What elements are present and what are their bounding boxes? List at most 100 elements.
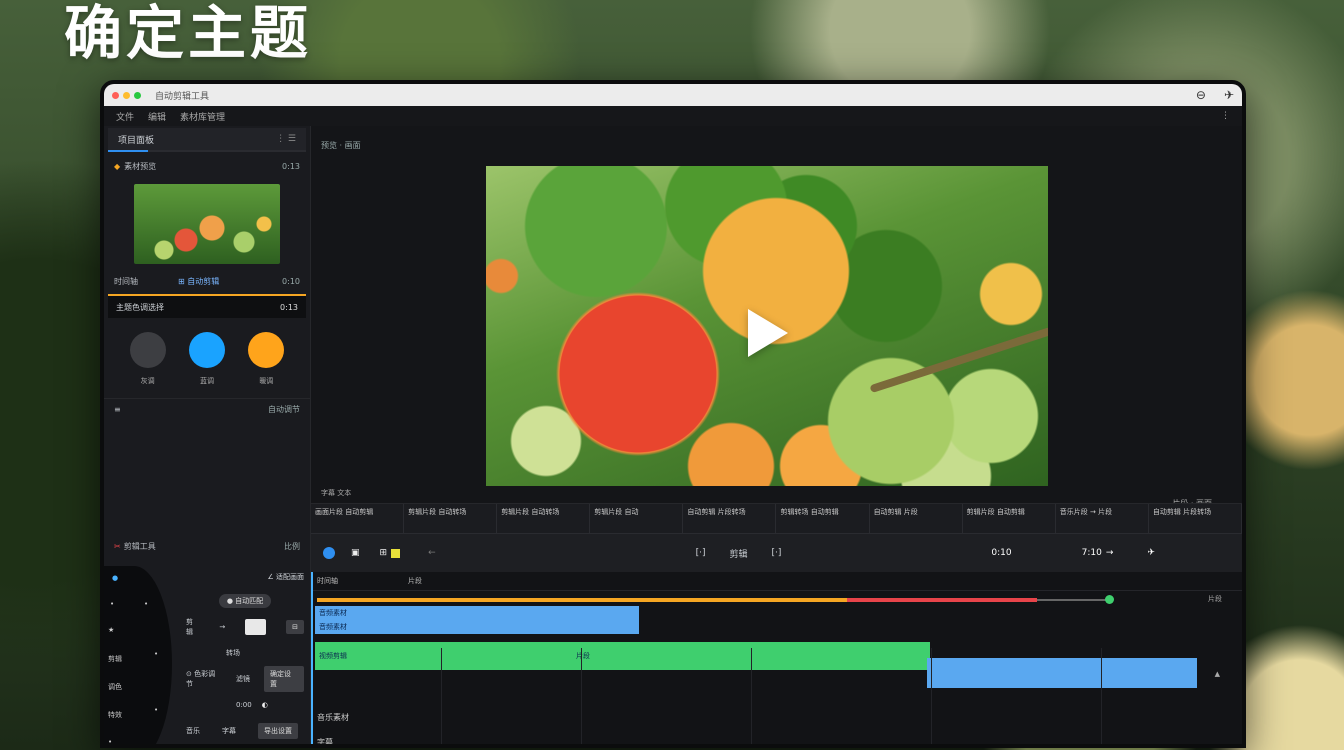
auto-edit-link[interactable]: ⊞ 自动剪辑 [178, 276, 219, 287]
clip-thumb[interactable]: 剪辑片段 自动转场 [497, 504, 591, 534]
clip-thumb[interactable]: 自动剪辑 片段转场 [683, 504, 777, 534]
close-dot[interactable] [112, 91, 119, 99]
swatch-orange-label: 暖调 [259, 377, 274, 385]
auto-adjust-link[interactable]: 自动调节 [268, 404, 300, 415]
preview-footer-left: 字幕 文本 [321, 489, 352, 497]
marker-icon[interactable] [391, 548, 401, 558]
dial-item-2[interactable]: 剪辑 [108, 654, 122, 664]
theme-selector-row[interactable]: 主题色调选择 0:13 [108, 294, 306, 318]
clip-thumb[interactable]: 自动剪辑 片段 [870, 504, 963, 534]
toggle-icon[interactable]: ◐ [262, 701, 268, 709]
color-adjust-row: ⊙ 色彩调节 滤镜 确定设置 [186, 666, 304, 692]
playhead[interactable] [311, 572, 313, 744]
dial-item-1[interactable]: ★ [108, 626, 114, 634]
dial-item-4[interactable]: 特效 [108, 710, 122, 720]
video-clip-3[interactable] [927, 658, 1197, 688]
clip-duration: 0:10 [991, 548, 1012, 558]
menu-item-edit[interactable]: 编辑 [148, 110, 166, 123]
title-bar: 自动剪辑工具 ⊖ ✈ [104, 84, 1242, 106]
project-panel-header: 项目面板 ⋮ ☰ [108, 128, 306, 150]
filter-label[interactable]: 滤镜 [236, 674, 250, 684]
video-clip-2-label: 片段 [576, 652, 590, 660]
swatch-blue-circle[interactable] [188, 332, 225, 368]
audio-keyframe-dot[interactable] [1105, 595, 1114, 604]
media-row[interactable]: ◆ 素材预览 0:13 [104, 156, 310, 176]
video-clip-1[interactable]: 视频剪辑 [315, 642, 479, 670]
ratio-label[interactable]: 比例 [284, 541, 300, 552]
dial-item-5[interactable]: • [108, 738, 112, 744]
timecode-in[interactable]: [·] [696, 548, 706, 558]
audio-clip-1[interactable]: 音频素材 [315, 606, 639, 620]
auto-match-chip[interactable]: ● 自动匹配 [218, 594, 272, 608]
editor-window: 自动剪辑工具 ⊖ ✈ 文件 编辑 素材库管理 ⋮ 项目面板 ⋮ ☰ ◆ 素材预览… [100, 80, 1246, 748]
transition-row: 转场 [186, 640, 304, 666]
circle-arrow-icon[interactable]: ⊖ [1196, 88, 1206, 102]
swatch-orange-circle[interactable] [248, 332, 285, 368]
clip-thumb[interactable]: 自动剪辑 片段转场 [1149, 504, 1242, 534]
swatch-blue[interactable]: 蓝调 [188, 332, 225, 386]
edit-toggle-on[interactable] [245, 619, 267, 635]
tool-dial[interactable]: ● • ★ 剪辑 调色 特效 • • • • [104, 566, 172, 744]
share-icon[interactable]: ✈ [1147, 548, 1155, 558]
back-icon[interactable]: ← [428, 548, 436, 558]
swatch-gray-circle[interactable] [129, 332, 166, 368]
globe-icon[interactable] [323, 547, 335, 559]
dial-item-9[interactable]: • [154, 706, 158, 714]
panel-menu-icon[interactable]: ⋮ ☰ [276, 134, 296, 144]
swatch-orange[interactable]: 暖调 [248, 332, 285, 386]
maximize-dot[interactable] [134, 91, 141, 99]
menu-item-library[interactable]: 素材库管理 [180, 110, 225, 123]
media-duration: 0:13 [282, 161, 300, 171]
tools-panel: ✂ 剪辑工具 比例 ● • ★ 剪辑 调色 特效 • • • • ∠ 适配画面 … [104, 536, 310, 744]
export-settings-button[interactable]: 导出设置 [258, 723, 298, 739]
tools-rows: ∠ 适配画面 ● 自动匹配 剪辑 → ⊟ 转场 ⊙ 色彩调节 滤镜 确定设置 0… [186, 566, 304, 744]
menu-item-file[interactable]: 文件 [116, 110, 134, 123]
control-bar: ▣ ⊞ ← [·] 剪辑 [·] 0:10 7:10 → ✈ [311, 533, 1242, 572]
paper-plane-icon[interactable]: ✈ [1224, 88, 1234, 102]
dial-item-8[interactable]: • [154, 650, 158, 658]
edit-label: 剪辑 [186, 618, 193, 636]
edit-mode[interactable]: 剪辑 [730, 547, 748, 560]
minimize-dot[interactable] [123, 91, 130, 99]
dial-item-0[interactable]: • [110, 600, 114, 608]
color-adjust-label[interactable]: ⊙ 色彩调节 [186, 669, 222, 689]
clip-thumb[interactable]: 剪辑片段 自动转场 [404, 504, 498, 534]
media-meta-row: 时间轴 ⊞ 自动剪辑 0:10 [104, 272, 310, 290]
audio-clip-2[interactable]: 音频素材 [315, 620, 639, 634]
clip-thumb[interactable]: 剪辑转场 自动剪辑 [776, 504, 870, 534]
music-track-label: 音乐素材 [317, 713, 349, 722]
audio-clip-2-label: 音频素材 [319, 623, 347, 631]
swatch-gray[interactable]: 灰调 [129, 332, 166, 386]
clip-thumb[interactable]: 画面片段 自动剪辑 [311, 504, 405, 534]
dial-item-3[interactable]: 调色 [108, 682, 122, 692]
window-title: 自动剪辑工具 [155, 91, 210, 102]
media-thumbnail[interactable] [134, 184, 280, 264]
fit-frame-option[interactable]: ∠ 适配画面 [186, 566, 304, 588]
video-clip-2[interactable]: 片段 [476, 642, 930, 670]
dial-dot-active[interactable]: ● [112, 574, 118, 582]
music-tool[interactable]: 音乐 [186, 726, 200, 736]
timecode-out[interactable]: [·] [772, 548, 782, 558]
video-preview[interactable] [486, 166, 1048, 486]
confirm-settings-button[interactable]: 确定设置 [264, 666, 304, 692]
edit-toggle-off[interactable]: ⊟ [286, 620, 304, 634]
center-area: 预览 · 画面 字幕 文本 片段 · 画面 画面片段 自动剪辑 剪辑片段 自动转… [311, 126, 1242, 744]
time-value: 0:00 [236, 701, 252, 709]
audio-level-rest [1037, 599, 1107, 601]
project-panel-title: 项目面板 [118, 135, 155, 146]
hero-title: 确定主题 [64, 0, 313, 67]
clip-thumb[interactable]: 音乐片段 → 片段 [1056, 504, 1149, 534]
subtitle-tool[interactable]: 字幕 [222, 726, 236, 736]
film-icon[interactable]: ⊞ [380, 548, 388, 558]
collapse-icon[interactable]: ▲ [1215, 670, 1220, 678]
more-icon[interactable]: ⋮ [1221, 111, 1230, 121]
play-icon[interactable] [748, 309, 788, 357]
clip-thumb[interactable]: 剪辑片段 自动 [590, 504, 684, 534]
timeline[interactable]: 时间轴 片段 片段 音频素材 音频素材 视频剪辑 片段 ▲ 音乐素材 字幕 [311, 572, 1242, 744]
audio-clip-1-label: 音频素材 [319, 609, 347, 617]
library-icon[interactable]: ▣ [351, 548, 360, 558]
dial-item-7[interactable]: • [144, 600, 148, 608]
list-icon[interactable]: ≡ [114, 405, 121, 414]
edit-arrow: → [219, 623, 226, 631]
clip-thumb[interactable]: 剪辑片段 自动剪辑 [963, 504, 1056, 534]
